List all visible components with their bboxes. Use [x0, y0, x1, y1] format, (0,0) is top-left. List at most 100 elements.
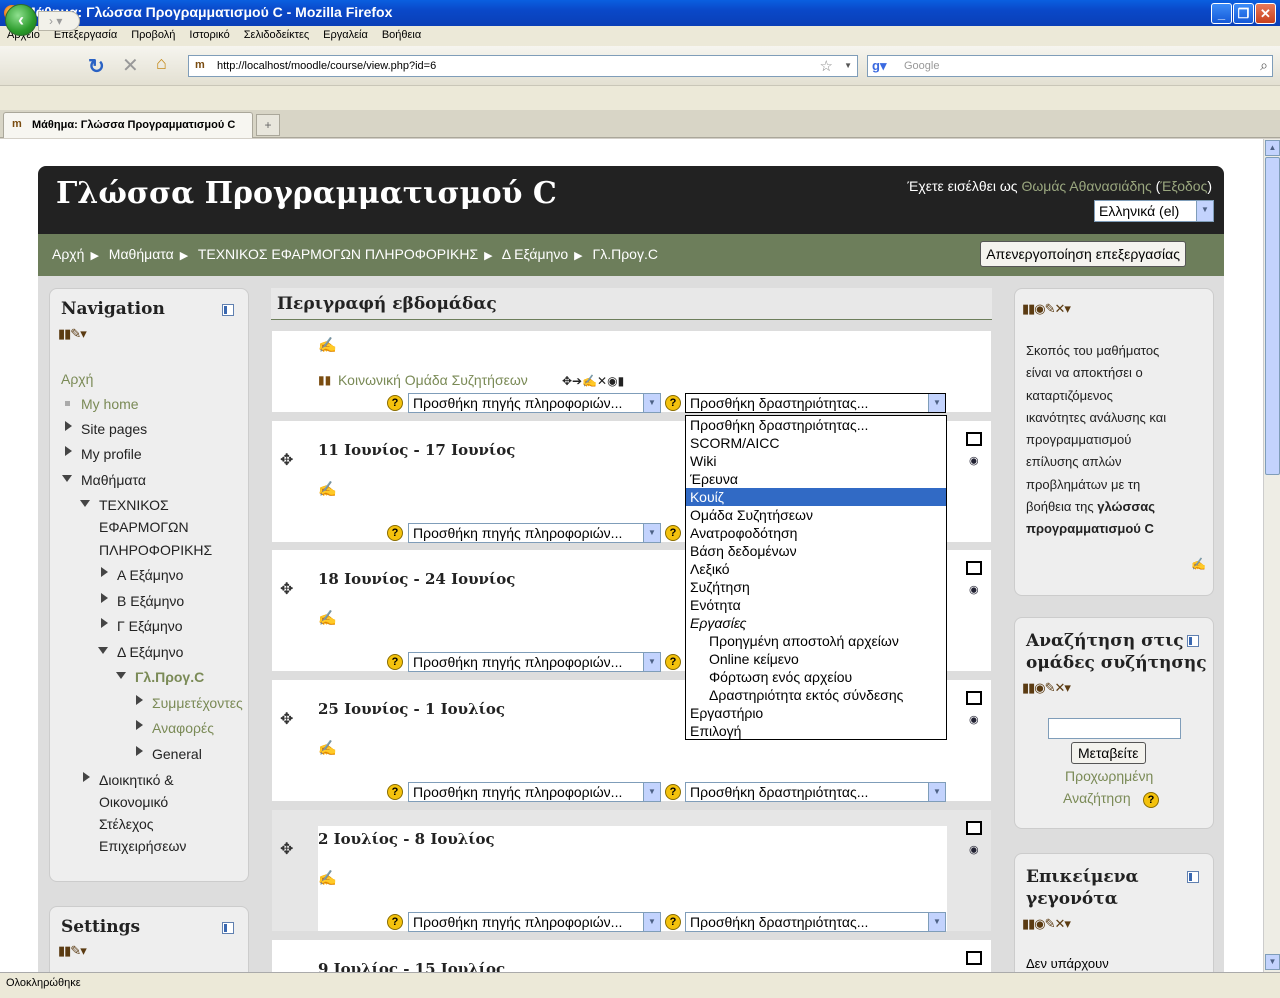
- activity-edit-icons[interactable]: ✥➔✍✕◉▮: [562, 374, 624, 388]
- move-icon[interactable]: ✥: [280, 839, 293, 859]
- block-edit-icons[interactable]: ▮▮✎▾: [58, 326, 87, 342]
- nav-general[interactable]: General: [152, 746, 202, 762]
- breadcrumb-semester[interactable]: Δ Εξάμηνο: [502, 246, 568, 262]
- forward-icon[interactable]: › ▾: [38, 11, 80, 31]
- add-activity-select-open[interactable]: Προσθήκη δραστηριότητας... ▼: [685, 393, 946, 413]
- nav-admin-line3[interactable]: Στέλεχος: [99, 816, 154, 832]
- nav-sitepages[interactable]: Site pages: [81, 421, 147, 437]
- help-icon[interactable]: ?: [665, 525, 681, 541]
- help-icon[interactable]: ?: [387, 654, 403, 670]
- add-resource-select[interactable]: Προσθήκη πηγής πληροφοριών... ▼: [408, 652, 661, 672]
- dropdown-option[interactable]: Βάση δεδομένων: [686, 542, 946, 560]
- eye-icon[interactable]: ◉: [969, 583, 979, 596]
- search-bar[interactable]: g▾ Google ⌕: [867, 55, 1273, 77]
- add-resource-select[interactable]: Προσθήκη πηγής πληροφοριών... ▼: [408, 523, 661, 543]
- nav-semester-a[interactable]: Α Εξάμηνο: [117, 567, 183, 583]
- nav-myprofile[interactable]: My profile: [81, 446, 142, 462]
- maximize-button[interactable]: ❐: [1233, 3, 1254, 24]
- dropdown-option[interactable]: Εργαστήριο: [686, 704, 946, 722]
- edit-icon[interactable]: ✍: [318, 739, 337, 757]
- dock-icon[interactable]: [222, 922, 234, 934]
- help-icon[interactable]: ?: [387, 914, 403, 930]
- add-resource-select[interactable]: Προσθήκη πηγής πληροφοριών... ▼: [408, 393, 661, 413]
- dropdown-option[interactable]: Προσθήκη δραστηριότητας...: [686, 416, 946, 434]
- forum-link[interactable]: Κοινωνική Ομάδα Συζητήσεων: [338, 372, 528, 388]
- block-edit-icons[interactable]: ▮▮✎▾: [58, 943, 87, 959]
- dropdown-option[interactable]: Ενότητα: [686, 596, 946, 614]
- collapse-icon[interactable]: [98, 647, 108, 654]
- eye-icon[interactable]: ◉: [969, 713, 979, 726]
- dropdown-option[interactable]: Ανατροφοδότηση: [686, 524, 946, 542]
- collapse-icon[interactable]: [80, 500, 90, 507]
- dropdown-option[interactable]: Φόρτωση ενός αρχείου: [686, 668, 946, 686]
- dropdown-option[interactable]: Ομάδα Συζητήσεων: [686, 506, 946, 524]
- advanced-search-link-line2[interactable]: Αναζήτηση: [1063, 790, 1131, 806]
- tab-course[interactable]: m Μάθημα: Γλώσσα Προγραμματισμού C: [3, 112, 253, 138]
- expand-icon[interactable]: [83, 772, 90, 782]
- expand-icon[interactable]: [101, 567, 108, 577]
- vertical-scrollbar[interactable]: ▲ ▼: [1263, 139, 1280, 972]
- nav-myhome[interactable]: My home: [81, 396, 139, 412]
- edit-mode-button[interactable]: Απενεργοποίηση επεξεργασίας: [980, 241, 1186, 267]
- activity-dropdown-list[interactable]: Προσθήκη δραστηριότητας... SCORM/AICC Wiki…: [685, 415, 947, 740]
- breadcrumb-home[interactable]: Αρχή: [52, 246, 84, 262]
- menu-bookmarks[interactable]: Σελιδοδείκτες: [237, 26, 316, 41]
- block-edit-icons[interactable]: ▮▮◉✎✕▾: [1022, 301, 1071, 317]
- expand-icon[interactable]: [136, 695, 143, 705]
- dock-icon[interactable]: [1187, 871, 1199, 883]
- advanced-search-link-line1[interactable]: Προχωρημένη: [1065, 768, 1153, 784]
- reload-icon[interactable]: ↻: [88, 54, 105, 79]
- breadcrumb-course[interactable]: Γλ.Προγ.C: [593, 246, 658, 262]
- dropdown-option[interactable]: Λεξικό: [686, 560, 946, 578]
- edit-icon[interactable]: ✍: [1191, 557, 1206, 571]
- block-edit-icons[interactable]: ▮▮◉✎✕▾: [1022, 916, 1071, 932]
- dock-icon[interactable]: [222, 304, 234, 316]
- highlight-checkbox[interactable]: [966, 951, 982, 965]
- nav-current-course[interactable]: Γλ.Προγ.C: [135, 669, 204, 685]
- dock-icon[interactable]: [1187, 635, 1199, 647]
- move-icon[interactable]: ✥: [280, 579, 293, 599]
- help-icon[interactable]: ?: [665, 654, 681, 670]
- expand-icon[interactable]: [136, 746, 143, 756]
- collapse-icon[interactable]: [62, 475, 72, 482]
- help-icon[interactable]: ?: [1143, 792, 1159, 808]
- forum-search-button[interactable]: Μεταβείτε: [1071, 742, 1146, 764]
- expand-icon[interactable]: [65, 446, 72, 456]
- url-bar[interactable]: m http://localhost/moodle/course/view.ph…: [188, 55, 858, 77]
- menu-history[interactable]: Ιστορικό: [182, 26, 236, 41]
- dropdown-option[interactable]: Έρευνα: [686, 470, 946, 488]
- block-edit-icons[interactable]: ▮▮◉✎✕▾: [1022, 680, 1071, 696]
- dropdown-option[interactable]: Δραστηριότητα εκτός σύνδεσης: [686, 686, 946, 704]
- breadcrumb-courses[interactable]: Μαθήματα: [109, 246, 174, 262]
- menu-view[interactable]: Προβολή: [124, 26, 182, 41]
- back-icon[interactable]: ‹: [5, 4, 37, 36]
- language-select[interactable]: Ελληνικά (el) ▼: [1094, 200, 1214, 222]
- user-link[interactable]: Θωμάς Αθανασιάδης: [1021, 178, 1151, 194]
- add-resource-select[interactable]: Προσθήκη πηγής πληροφοριών... ▼: [408, 912, 661, 932]
- nav-semester-b[interactable]: Β Εξάμηνο: [117, 593, 184, 609]
- new-tab-button[interactable]: +: [256, 114, 280, 136]
- menu-help[interactable]: Βοήθεια: [375, 26, 428, 41]
- eye-icon[interactable]: ◉: [969, 843, 979, 856]
- scrollbar-thumb[interactable]: [1265, 157, 1280, 475]
- nav-home[interactable]: Αρχή: [61, 371, 93, 387]
- nav-admin-line2[interactable]: Οικονομικό: [99, 794, 168, 810]
- expand-icon[interactable]: [65, 421, 72, 431]
- nav-reports[interactable]: Αναφορές: [152, 720, 214, 736]
- add-resource-select[interactable]: Προσθήκη πηγής πληροφοριών... ▼: [408, 782, 661, 802]
- logout-link[interactable]: Έξοδος: [1160, 178, 1207, 194]
- edit-icon[interactable]: ✍: [318, 609, 337, 627]
- star-icon[interactable]: ☆: [820, 57, 833, 75]
- eye-icon[interactable]: ◉: [969, 454, 979, 467]
- expand-icon[interactable]: [136, 720, 143, 730]
- dropdown-option[interactable]: SCORM/AICC: [686, 434, 946, 452]
- move-icon[interactable]: ✥: [280, 450, 293, 470]
- dropdown-option[interactable]: Wiki: [686, 452, 946, 470]
- dropdown-option[interactable]: Προηγμένη αποστολή αρχείων: [686, 632, 946, 650]
- add-activity-select[interactable]: Προσθήκη δραστηριότητας... ▼: [685, 782, 946, 802]
- chevron-down-icon[interactable]: ▼: [844, 61, 852, 70]
- nav-admin-line1[interactable]: Διοικητικό &: [99, 772, 174, 788]
- help-icon[interactable]: ?: [387, 395, 403, 411]
- dropdown-option[interactable]: Συζήτηση: [686, 578, 946, 596]
- forum-search-input[interactable]: [1048, 718, 1181, 739]
